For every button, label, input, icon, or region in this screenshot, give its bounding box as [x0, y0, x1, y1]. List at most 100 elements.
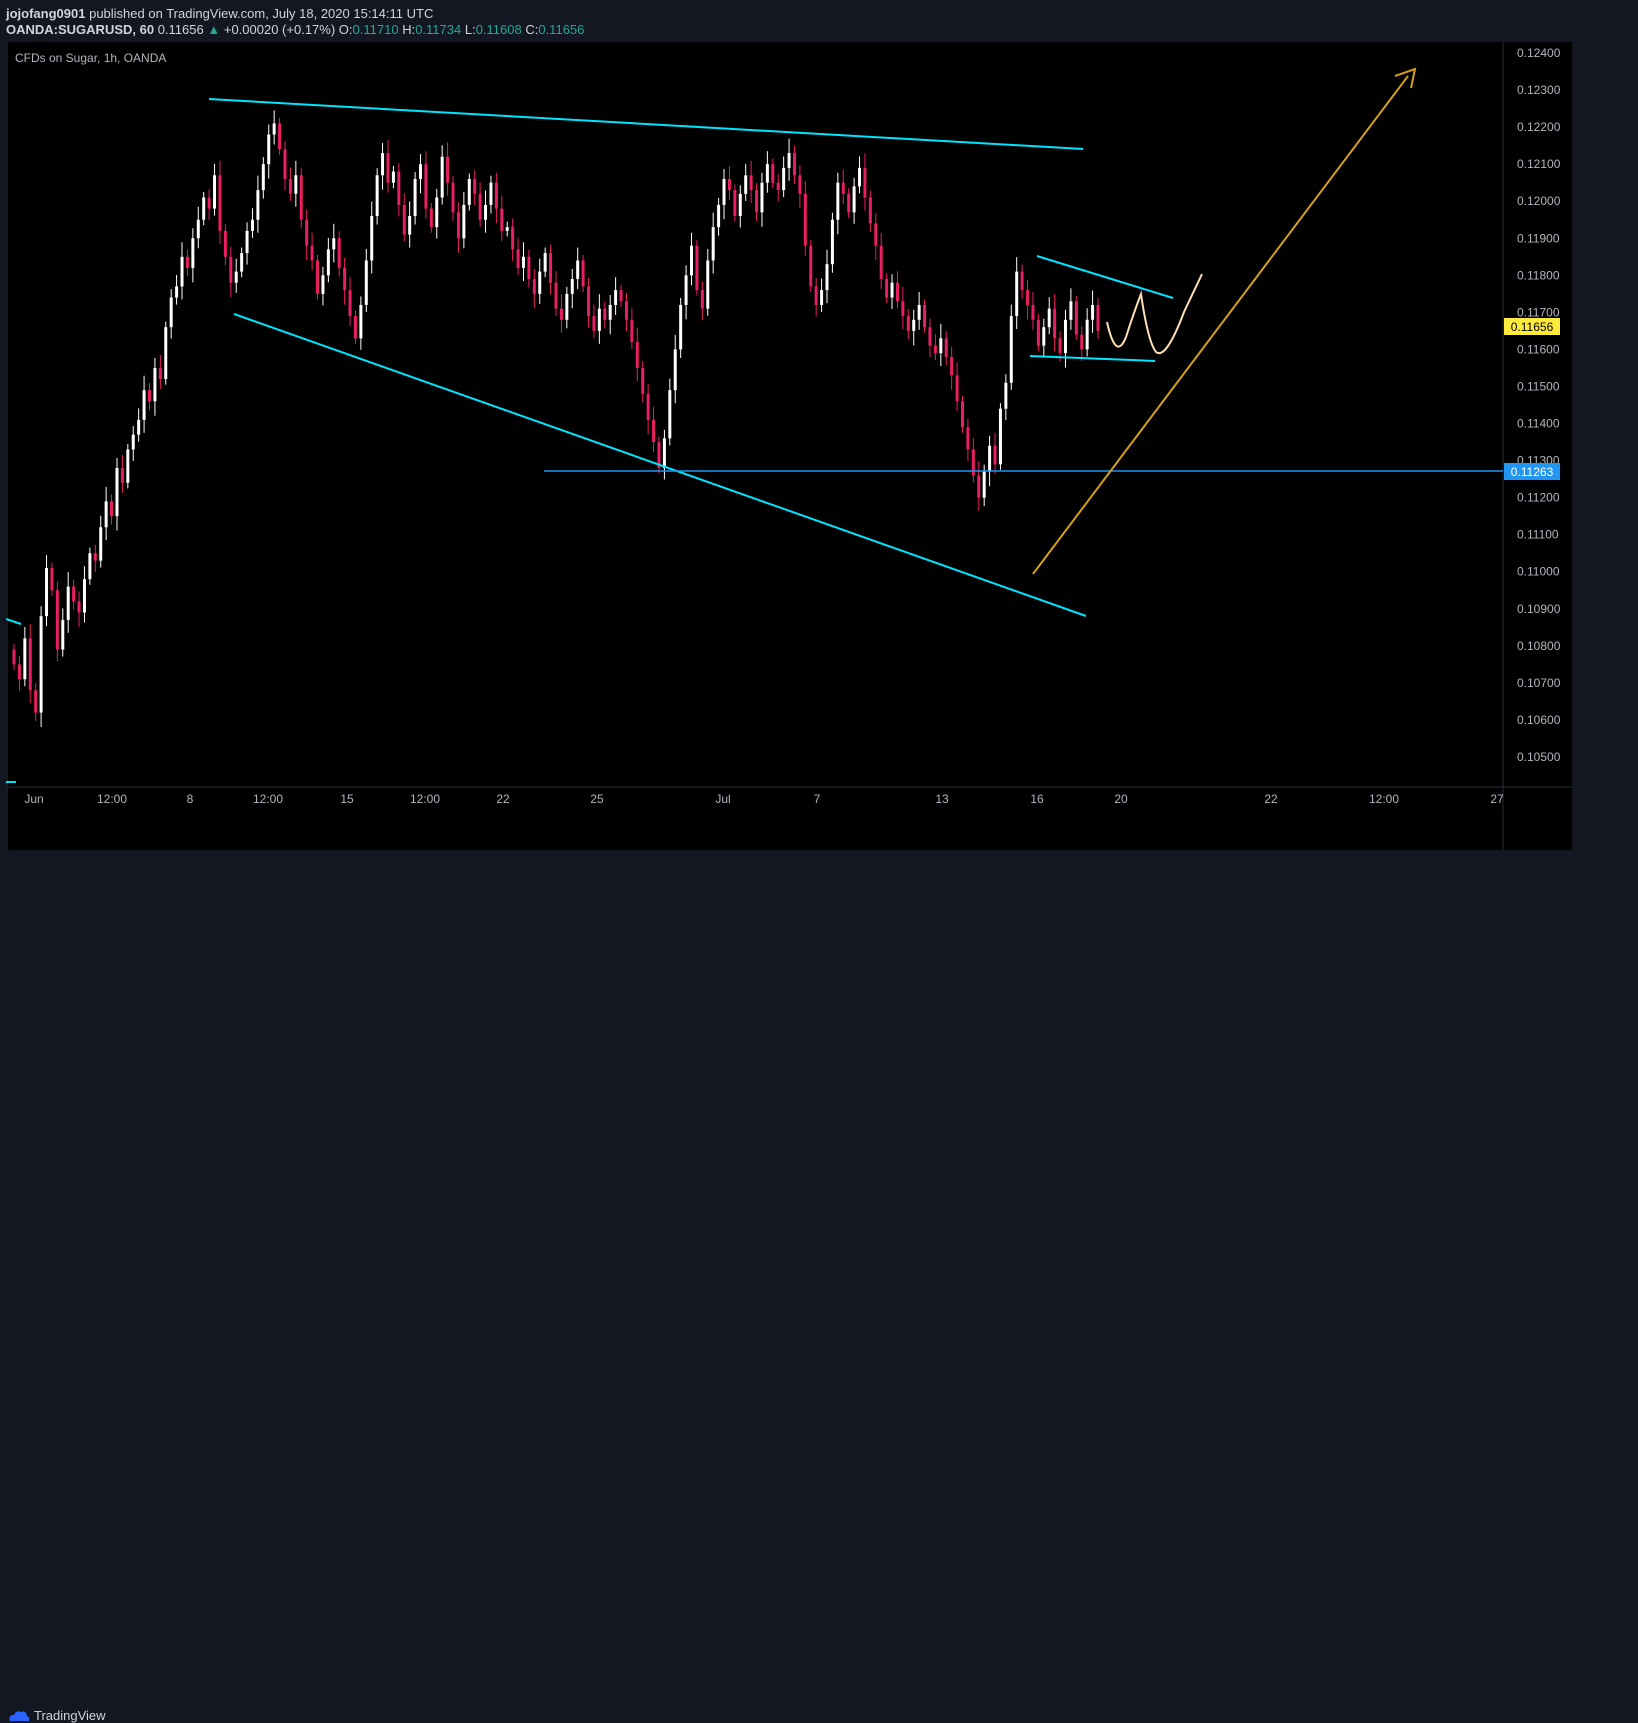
- candle-body: [543, 253, 547, 272]
- candle-body: [755, 190, 759, 213]
- lower-trendline[interactable]: [233, 313, 1087, 617]
- candle-body: [879, 245, 883, 280]
- chart-canvas[interactable]: CFDs on Sugar, 1h, OANDA 0.12400 0.12300 0…: [5, 42, 1572, 850]
- y-tick-label: 0.10900: [1517, 602, 1561, 616]
- symbol-name[interactable]: OANDA:SUGARUSD, 60: [6, 22, 154, 37]
- candle-body: [158, 367, 162, 380]
- candle-body: [364, 260, 368, 305]
- open-label: O:: [338, 22, 353, 37]
- target-arrow-line[interactable]: [1032, 75, 1409, 575]
- candle-body: [137, 419, 141, 435]
- price-chart[interactable]: CFDs on Sugar, 1h, OANDA 0.124000.123000…: [5, 42, 1572, 850]
- current-price-label: 0.11656: [1511, 320, 1554, 334]
- x-tick-label: 22: [496, 792, 510, 806]
- candle-body: [868, 197, 872, 224]
- candle-body: [906, 316, 910, 331]
- tradingview-logo[interactable]: TradingView: [8, 1708, 106, 1723]
- x-tick-label: 12:00: [410, 792, 440, 806]
- candle-body: [776, 182, 780, 191]
- candle-body: [923, 304, 927, 328]
- candle-body: [148, 390, 151, 402]
- footer-bar: TradingView: [0, 850, 1638, 1723]
- upper-trendline[interactable]: [208, 98, 1084, 150]
- candle-body: [722, 178, 726, 205]
- candle-body: [353, 316, 357, 339]
- x-tick-label: 8: [187, 792, 194, 806]
- price-axis[interactable]: 0.12400 0.12300 0.12200 0.12100 0.12000 0.119…: [1517, 46, 1561, 764]
- candle-body: [72, 586, 76, 602]
- candle-body: [652, 419, 656, 443]
- x-tick-label: 13: [935, 792, 949, 806]
- candle-body: [1085, 319, 1089, 350]
- x-tick-label: Jul: [715, 792, 730, 806]
- candle-body: [988, 445, 992, 472]
- time-axis[interactable]: Jun 12:00 8 12:00 15 12:00 22 25 Jul 7 13 16 20 22 12:…: [24, 792, 1504, 806]
- left-trendline-stub[interactable]: [5, 618, 22, 625]
- candle-body: [684, 275, 688, 305]
- candle-body: [294, 175, 298, 194]
- candle-body: [359, 304, 363, 339]
- candle-body: [830, 219, 834, 265]
- candle-body: [961, 401, 964, 428]
- candle-body: [928, 327, 932, 346]
- x-tick-label: 22: [1264, 792, 1278, 806]
- candle-body: [223, 230, 227, 257]
- candle-body: [299, 175, 303, 220]
- candle-body: [673, 349, 677, 391]
- flag-upper-line[interactable]: [1036, 255, 1174, 299]
- candle-body: [863, 167, 867, 198]
- chart-header: jojofang0901 published on TradingView.co…: [0, 0, 1638, 42]
- candle-body: [809, 245, 813, 287]
- candle-body: [391, 171, 395, 183]
- candle-body: [505, 227, 509, 231]
- candle-body: [1031, 304, 1035, 320]
- publisher-name[interactable]: jojofang0901: [6, 6, 85, 21]
- candle-body: [798, 175, 802, 194]
- close-label: C:: [525, 22, 539, 37]
- projection-path[interactable]: [1106, 273, 1203, 355]
- candle-body: [256, 190, 260, 220]
- candle-body: [131, 434, 135, 450]
- candle-body: [792, 153, 796, 176]
- candle-body: [180, 256, 184, 287]
- candle-body: [955, 375, 959, 402]
- candle-body: [28, 638, 32, 691]
- candle-body: [1036, 319, 1040, 346]
- candle-body: [744, 175, 748, 194]
- candle-body: [592, 316, 596, 331]
- x-tick-label: 7: [814, 792, 821, 806]
- candle-body: [727, 178, 731, 191]
- candle-body: [885, 279, 889, 298]
- candle-body: [55, 590, 59, 650]
- candle-body: [451, 182, 455, 213]
- candle-body: [17, 664, 21, 680]
- candle-body: [858, 167, 862, 187]
- candle-body: [494, 182, 498, 209]
- candle-body: [164, 327, 168, 380]
- candle-body: [565, 293, 569, 320]
- candle-body: [250, 219, 254, 231]
- candle-body: [803, 193, 807, 246]
- close-value: 0.11656: [538, 22, 585, 37]
- low-value: 0.11608: [475, 22, 522, 37]
- candle-body: [435, 197, 439, 228]
- candle-body: [711, 227, 715, 261]
- candle-body: [456, 212, 460, 239]
- candle-body: [424, 164, 428, 209]
- publish-info: jojofang0901 published on TradingView.co…: [6, 6, 433, 21]
- candle-body: [825, 264, 829, 291]
- candle-body: [765, 164, 769, 183]
- candle-body: [218, 175, 222, 231]
- x-tick-label: 27: [1490, 792, 1504, 806]
- candle-body: [343, 267, 347, 291]
- flag-lower-line[interactable]: [1029, 355, 1156, 362]
- candle-body: [370, 216, 374, 261]
- published-text: published on TradingView.com, July 18, 2…: [89, 6, 434, 21]
- candle-body: [50, 568, 54, 591]
- candle-body: [429, 208, 433, 228]
- candle-body: [511, 227, 515, 250]
- candle-body: [695, 245, 699, 291]
- candle-body: [874, 223, 878, 246]
- candle-body: [717, 204, 721, 228]
- candle-body: [895, 282, 899, 302]
